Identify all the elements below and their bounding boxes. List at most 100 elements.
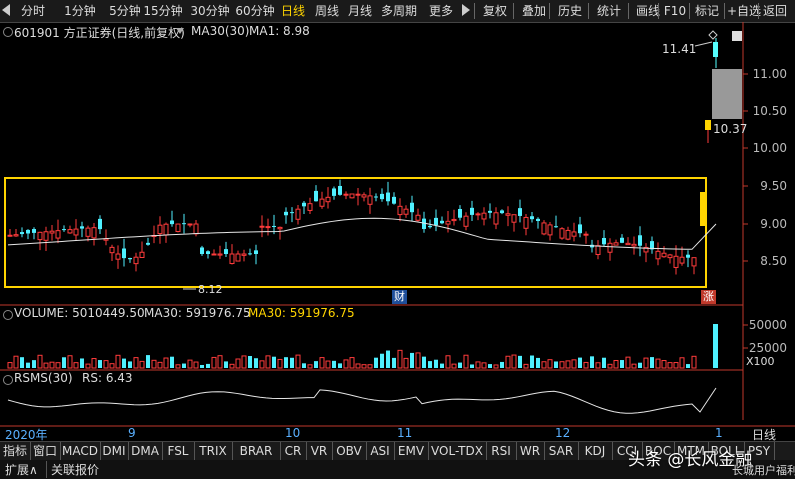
candle-body	[397, 205, 403, 216]
indicator-tab[interactable]: ASI	[366, 442, 395, 461]
volume-bar	[146, 355, 150, 368]
indicator-tab[interactable]: FSL	[162, 442, 195, 461]
date-label: 11	[397, 426, 413, 440]
candle-body	[235, 253, 241, 262]
cai-badge[interactable]: 财	[392, 290, 407, 304]
candle-body	[536, 218, 540, 222]
volume-bar	[523, 363, 529, 369]
volume-bar	[481, 362, 487, 369]
indicator-tab[interactable]: SAR	[544, 442, 579, 461]
volume-bar	[554, 361, 558, 368]
related-quote-tab[interactable]: 关联报价	[46, 461, 99, 478]
volume-bar	[463, 354, 469, 369]
volume-bar	[392, 357, 396, 368]
indicator-tab[interactable]: BRAR	[232, 442, 281, 461]
expand-tab[interactable]: 扩展∧	[5, 461, 38, 478]
volume-bar	[229, 363, 235, 369]
date-label: 12	[555, 426, 571, 440]
volume-bar	[547, 359, 553, 369]
indicator-tab[interactable]: WR	[516, 442, 545, 461]
candle-body	[667, 254, 673, 259]
indicator-tab[interactable]: KDJ	[578, 442, 613, 461]
volume-bar	[241, 355, 247, 369]
candle-body	[470, 207, 474, 215]
candle-body	[98, 218, 102, 230]
volume-bar	[182, 363, 186, 368]
volume-ma-a: MA30: 591976.75	[144, 306, 251, 320]
volume-bar	[170, 356, 174, 368]
indicator-tab[interactable]: MACD	[60, 442, 101, 461]
volume-bar	[20, 357, 24, 368]
rsms-line	[7, 387, 717, 414]
volume-bar	[62, 357, 66, 368]
candle-body	[187, 223, 193, 226]
volume-bar	[32, 360, 36, 368]
indicator-tab[interactable]: RSI	[486, 442, 517, 461]
candle-body	[338, 185, 342, 195]
volume-bar	[206, 363, 210, 368]
volume-bar	[349, 357, 355, 369]
volume-bar	[505, 355, 511, 369]
candle-body	[277, 226, 283, 230]
volume-bar	[500, 361, 504, 368]
candle-body	[493, 212, 499, 225]
collapse-icon[interactable]	[3, 310, 13, 320]
candle-body	[655, 250, 661, 260]
candle-body	[80, 226, 84, 229]
volume-bar	[338, 363, 342, 368]
candle-body	[26, 229, 30, 234]
candle-body	[115, 253, 121, 260]
volume-bar	[307, 364, 313, 369]
candle-body	[217, 253, 223, 256]
candle-body	[554, 226, 558, 228]
candle-body	[67, 229, 73, 234]
volume-label: VOLUME: 5010449.50	[14, 306, 145, 320]
indicator-tab[interactable]: DMI	[100, 442, 129, 461]
volume-bar	[488, 364, 492, 368]
indicator-tab[interactable]: OBV	[332, 442, 367, 461]
volume-bar	[374, 357, 378, 368]
volume-bar	[661, 360, 667, 369]
volume-bar	[434, 359, 438, 368]
candle-body	[518, 208, 522, 216]
indicator-tab[interactable]: VOL-TDX	[428, 442, 487, 461]
collapse-icon[interactable]	[3, 375, 13, 385]
candle-body	[206, 251, 210, 254]
candle-body	[272, 225, 276, 227]
candle-body	[248, 253, 252, 255]
indicator-tab[interactable]: 窗口	[30, 442, 61, 461]
indicator-tab[interactable]: 指标	[0, 442, 31, 461]
rsms-label: RSMS(30)	[14, 371, 73, 385]
volume-bar	[163, 357, 169, 369]
indicator-tab[interactable]: TRIX	[194, 442, 233, 461]
candle-body	[691, 257, 697, 267]
indicator-tab[interactable]: CR	[280, 442, 307, 461]
volume-bar	[493, 364, 499, 369]
volume-bar	[302, 363, 306, 368]
volume-bar	[667, 362, 673, 369]
candle-body	[602, 237, 606, 245]
candle-body	[229, 253, 235, 265]
volume-bar	[254, 358, 258, 368]
volume-bar	[235, 358, 241, 369]
candle-body	[565, 229, 571, 240]
candle-body	[290, 212, 294, 214]
candle-body	[133, 256, 139, 265]
volume-bar	[607, 363, 613, 369]
volume-bar	[541, 361, 547, 369]
indicator-tab[interactable]: DMA	[128, 442, 163, 461]
candle-body	[157, 224, 163, 235]
candle-body	[595, 245, 601, 256]
candle-body	[20, 232, 24, 235]
y-label: 10.00	[752, 141, 787, 155]
candle-body	[224, 249, 228, 254]
volume-bar	[475, 361, 481, 369]
volume-bar	[325, 360, 331, 369]
volume-bar	[211, 356, 217, 369]
zhang-badge[interactable]: 涨	[701, 290, 716, 304]
volume-bar	[248, 356, 252, 368]
date-label: 10	[285, 426, 301, 440]
indicator-tab[interactable]: VR	[306, 442, 333, 461]
indicator-tab[interactable]: EMV	[394, 442, 429, 461]
candle-body	[319, 198, 325, 207]
